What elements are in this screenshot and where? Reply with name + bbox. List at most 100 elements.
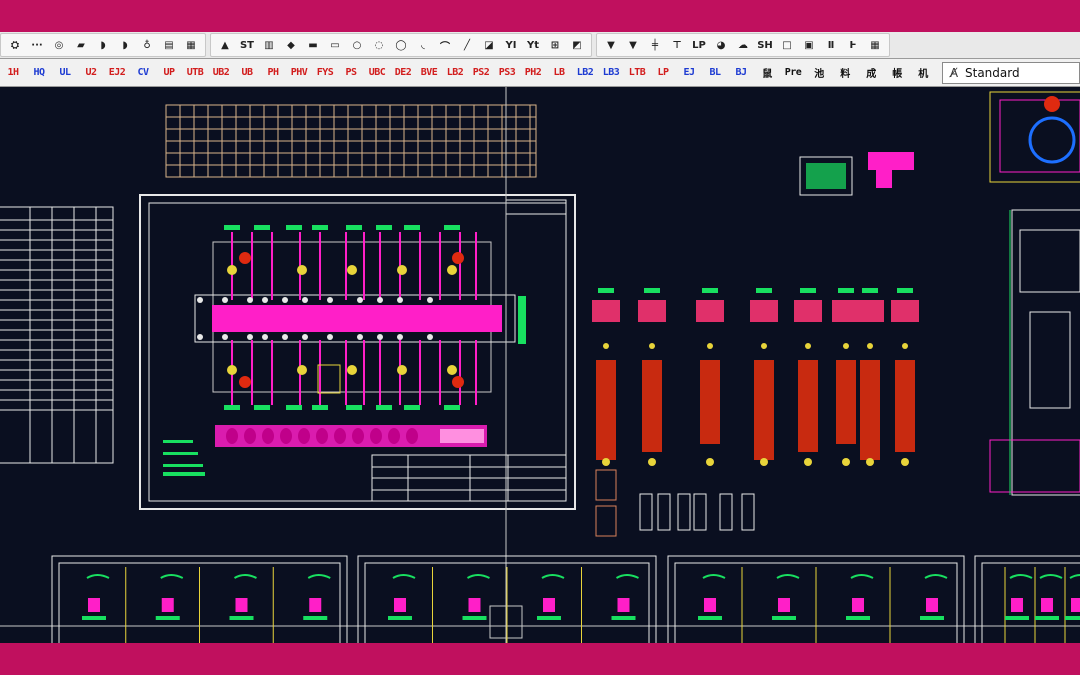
command-button-0[interactable]: 1H (0, 62, 26, 84)
text-yt-icon-glyph: Yt (526, 39, 540, 51)
hatch-icon-glyph: ▥ (264, 39, 274, 51)
command-button-34[interactable]: 帳 (884, 62, 910, 84)
cad-drawing (0, 87, 1080, 643)
block-icon[interactable]: ▬ (302, 35, 324, 55)
screen-frame-bottom (0, 643, 1080, 675)
command-button-19[interactable]: PS3 (494, 62, 520, 84)
stack-icon[interactable]: ▲ (214, 35, 236, 55)
command-button-16[interactable]: BVE (416, 62, 442, 84)
layer-manager-icon[interactable]: ⛭ (4, 35, 26, 55)
circle-refresh-icon[interactable]: ◎ (48, 35, 70, 55)
command-button-29[interactable]: 鼠 (754, 62, 780, 84)
command-button-21[interactable]: LB (546, 62, 572, 84)
command-button-8[interactable]: UB2 (208, 62, 234, 84)
pillar-icon[interactable]: Ⅱ (820, 35, 842, 55)
command-button-15[interactable]: DE2 (390, 62, 416, 84)
component-magenta (868, 152, 914, 188)
command-button-32[interactable]: 料 (832, 62, 858, 84)
command-button-1[interactable]: HQ (26, 62, 52, 84)
cube-icon-glyph: ◆ (287, 39, 295, 51)
ruler-icon[interactable]: ⊞ (544, 35, 566, 55)
command-button-22[interactable]: LB2 (572, 62, 598, 84)
globe-icon[interactable]: ◕ (710, 35, 732, 55)
command-button-3[interactable]: U2 (78, 62, 104, 84)
line-icon-glyph: ╱ (463, 39, 471, 51)
calc-icon[interactable]: ▣ (798, 35, 820, 55)
text-yt-icon[interactable]: Yt (522, 35, 544, 55)
lips-icon[interactable]: ◗ (92, 35, 114, 55)
command-button-30[interactable]: Pre (780, 62, 806, 84)
paint-icon[interactable]: ▰ (70, 35, 92, 55)
pin-icon[interactable]: ▼ (600, 35, 622, 55)
measure-icon[interactable]: ◩ (566, 35, 588, 55)
command-button-14[interactable]: UBC (364, 62, 390, 84)
lp-icon[interactable]: LP (688, 35, 710, 55)
arc-icon[interactable]: ◟ (412, 35, 434, 55)
trim-icon[interactable]: ⊤ (666, 35, 688, 55)
command-button-4[interactable]: EJ2 (104, 62, 130, 84)
command-button-9[interactable]: UB (234, 62, 260, 84)
lips-icon[interactable]: ◗ (114, 35, 136, 55)
measure-icon-glyph: ◩ (572, 39, 582, 51)
circle-refresh-icon-glyph: ◎ (54, 39, 64, 51)
dots-icon[interactable]: ··· (26, 35, 48, 55)
command-button-12[interactable]: FYS (312, 62, 338, 84)
component-green-box (799, 156, 853, 196)
command-button-26[interactable]: EJ (676, 62, 702, 84)
drawing-canvas[interactable] (0, 87, 1080, 643)
line-icon[interactable]: ╱ (456, 35, 478, 55)
text-st-icon-glyph: ST (239, 39, 255, 51)
text-style-icon: A̸ (949, 65, 959, 80)
command-button-13[interactable]: PS (338, 62, 364, 84)
title-table-top (165, 104, 537, 178)
grid-icon[interactable]: ▦ (180, 35, 202, 55)
text-yi-icon[interactable]: YI (500, 35, 522, 55)
shape-icon[interactable]: ◪ (478, 35, 500, 55)
command-button-2[interactable]: UL (52, 62, 78, 84)
ruler-icon-glyph: ⊞ (550, 39, 560, 51)
pin-icon[interactable]: ▼ (622, 35, 644, 55)
side-view-right (989, 91, 1080, 496)
legend-green (163, 440, 205, 476)
command-button-27[interactable]: BL (702, 62, 728, 84)
rect-icon[interactable]: □ (776, 35, 798, 55)
command-button-17[interactable]: LB2 (442, 62, 468, 84)
command-button-23[interactable]: LB3 (598, 62, 624, 84)
command-button-20[interactable]: PH2 (520, 62, 546, 84)
curve-icon[interactable]: ⌒ (434, 35, 456, 55)
bulb-icon[interactable]: ♁ (136, 35, 158, 55)
command-button-18[interactable]: PS2 (468, 62, 494, 84)
text-st-icon[interactable]: ST (236, 35, 258, 55)
command-button-6[interactable]: UP (156, 62, 182, 84)
circle-icon-glyph: ○ (352, 39, 362, 51)
table-icon[interactable]: ▦ (864, 35, 886, 55)
square-icon[interactable]: ▭ (324, 35, 346, 55)
text-style-dropdown[interactable]: A̸ Standard (942, 61, 1080, 84)
command-button-10[interactable]: PH (260, 62, 286, 84)
command-button-28[interactable]: BJ (728, 62, 754, 84)
cube-icon[interactable]: ◆ (280, 35, 302, 55)
folder-icon[interactable]: ▤ (158, 35, 180, 55)
command-button-11[interactable]: PHV (286, 62, 312, 84)
command-button-24[interactable]: LTB (624, 62, 650, 84)
pin-icon-glyph: ▼ (607, 39, 615, 51)
command-button-31[interactable]: 池 (806, 62, 832, 84)
text-wang-icon-glyph: Ⱶ (849, 39, 857, 51)
grid-icon-glyph: ▦ (186, 39, 196, 51)
donut-icon[interactable]: ◌ (368, 35, 390, 55)
command-button-35[interactable]: 机 (910, 62, 936, 84)
sh-icon[interactable]: SH (754, 35, 776, 55)
layer-manager-icon-glyph: ⛭ (11, 39, 19, 51)
donut-icon-glyph: ◌ (374, 39, 384, 51)
command-button-7[interactable]: UTB (182, 62, 208, 84)
cloud-icon[interactable]: ☁ (732, 35, 754, 55)
ring-icon[interactable]: ◯ (390, 35, 412, 55)
text-wang-icon[interactable]: Ⱶ (842, 35, 864, 55)
command-button-25[interactable]: LP (650, 62, 676, 84)
hatch-icon[interactable]: ▥ (258, 35, 280, 55)
cloud-icon-glyph: ☁ (738, 39, 748, 51)
align-icon[interactable]: ╪ (644, 35, 666, 55)
command-button-5[interactable]: CV (130, 62, 156, 84)
circle-icon[interactable]: ○ (346, 35, 368, 55)
command-button-33[interactable]: 成 (858, 62, 884, 84)
